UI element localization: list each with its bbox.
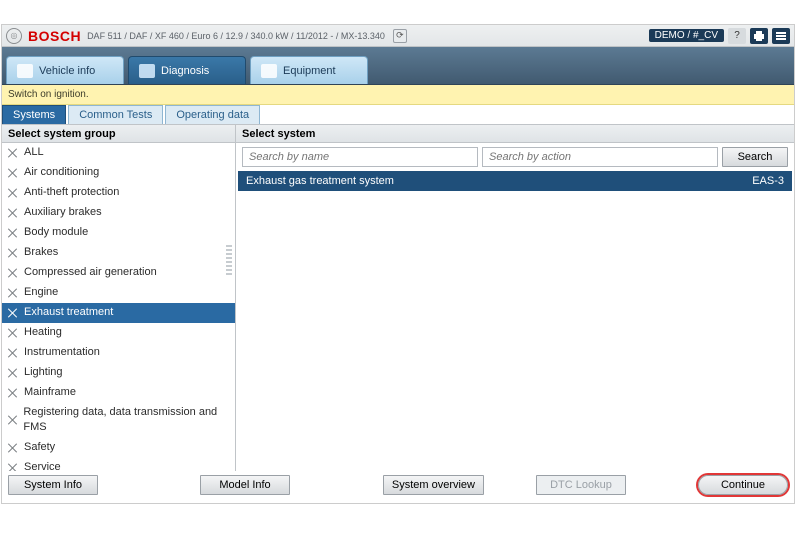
system-group-label: Compressed air generation (24, 265, 157, 280)
system-group-item[interactable]: Mainframe (2, 383, 235, 403)
system-group-label: Anti-theft protection (24, 185, 119, 200)
splitter-handle[interactable] (226, 245, 232, 275)
system-group-item[interactable]: Instrumentation (2, 343, 235, 363)
notice-bar: Switch on ignition. (2, 85, 794, 105)
x-icon (8, 443, 18, 453)
subtab-common-tests[interactable]: Common Tests (68, 105, 163, 124)
system-group-item[interactable]: Anti-theft protection (2, 183, 235, 203)
search-button[interactable]: Search (722, 147, 788, 167)
car-icon (17, 64, 33, 78)
system-group-item[interactable]: Service (2, 458, 235, 471)
system-group-label: Engine (24, 285, 58, 300)
help-icon[interactable]: ? (728, 28, 746, 44)
system-group-list[interactable]: ALL Air conditioning Anti-theft protection… (2, 143, 235, 471)
system-group-label: Registering data, data transmission and … (23, 405, 229, 435)
x-icon (8, 348, 18, 358)
system-group-label: ALL (24, 145, 44, 160)
list-icon[interactable] (772, 28, 790, 44)
search-bar: Search (236, 143, 794, 171)
x-icon (8, 208, 18, 218)
system-group-item[interactable]: Exhaust treatment (2, 303, 235, 323)
system-group-item[interactable]: Engine (2, 283, 235, 303)
search-by-name-input[interactable] (242, 147, 478, 167)
app-frame: ◎ BOSCH DAF 511 / DAF / XF 460 / Euro 6 … (1, 24, 795, 504)
equipment-icon (261, 64, 277, 78)
x-icon (8, 268, 18, 278)
model-info-button[interactable]: Model Info (200, 475, 290, 495)
system-group-item[interactable]: Auxiliary brakes (2, 203, 235, 223)
notice-text: Switch on ignition. (8, 89, 89, 100)
system-group-label: Safety (24, 440, 55, 455)
x-icon (8, 388, 18, 398)
system-group-label: Service (24, 460, 61, 471)
main-nav: Vehicle info Diagnosis Equipment (2, 47, 794, 85)
header-right: DEMO / #_CV ? (649, 28, 790, 44)
sub-nav: Systems Common Tests Operating data (2, 105, 794, 125)
x-icon (8, 188, 18, 198)
subtab-operating-data[interactable]: Operating data (165, 105, 260, 124)
system-group-label: Body module (24, 225, 88, 240)
system-info-button[interactable]: System Info (8, 475, 98, 495)
x-icon (8, 463, 18, 472)
system-group-item[interactable]: Compressed air generation (2, 263, 235, 283)
system-group-item[interactable]: Registering data, data transmission and … (2, 403, 235, 438)
system-group-label: Lighting (24, 365, 63, 380)
x-icon (8, 328, 18, 338)
diagnosis-icon (139, 64, 155, 78)
tab-vehicle-info[interactable]: Vehicle info (6, 56, 124, 84)
system-group-item[interactable]: Air conditioning (2, 163, 235, 183)
tab-equipment[interactable]: Equipment (250, 56, 368, 84)
tab-label: Vehicle info (39, 65, 95, 77)
system-group-label: Mainframe (24, 385, 76, 400)
system-group-panel: Select system group ALLAir conditioningA… (2, 125, 236, 471)
system-group-item[interactable]: Body module (2, 223, 235, 243)
system-group-item[interactable]: Brakes (2, 243, 235, 263)
footer-bar: System Info Model Info System overview D… (2, 471, 794, 499)
x-icon (8, 308, 18, 318)
system-group-label: Exhaust treatment (24, 305, 113, 320)
user-badge[interactable]: DEMO / #_CV (649, 29, 724, 42)
refresh-icon[interactable]: ⟳ (393, 29, 407, 43)
x-icon (8, 168, 18, 178)
x-icon (8, 148, 18, 158)
system-group-header: Select system group (2, 125, 235, 143)
tab-label: Equipment (283, 65, 336, 77)
system-group-label: Heating (24, 325, 62, 340)
dtc-lookup-button: DTC Lookup (536, 475, 626, 495)
x-icon (8, 415, 17, 425)
result-code: EAS-3 (752, 175, 784, 187)
system-group-label: Auxiliary brakes (24, 205, 102, 220)
system-select-header: Select system (236, 125, 794, 143)
tab-diagnosis[interactable]: Diagnosis (128, 56, 246, 84)
system-group-label: Instrumentation (24, 345, 100, 360)
print-icon[interactable] (750, 28, 768, 44)
system-group-label: Air conditioning (24, 165, 99, 180)
system-group-item[interactable]: ALL (2, 143, 235, 163)
x-icon (8, 228, 18, 238)
vehicle-descriptor: DAF 511 / DAF / XF 460 / Euro 6 / 12.9 /… (87, 31, 385, 41)
continue-button[interactable]: Continue (698, 475, 788, 495)
bosch-logo-icon: ◎ (6, 28, 22, 44)
system-overview-button[interactable]: System overview (383, 475, 484, 495)
search-by-action-input[interactable] (482, 147, 718, 167)
content-panels: Select system group ALLAir conditioningA… (2, 125, 794, 471)
x-icon (8, 368, 18, 378)
system-group-item[interactable]: Safety (2, 438, 235, 458)
x-icon (8, 288, 18, 298)
x-icon (8, 248, 18, 258)
system-select-panel: Select system Search Exhaust gas treatme… (236, 125, 794, 471)
system-group-label: Brakes (24, 245, 58, 260)
result-label: Exhaust gas treatment system (246, 175, 394, 187)
result-empty-area (236, 191, 794, 471)
tab-label: Diagnosis (161, 65, 209, 77)
brand-name: BOSCH (28, 28, 81, 44)
header-bar: ◎ BOSCH DAF 511 / DAF / XF 460 / Euro 6 … (2, 25, 794, 47)
system-result-row[interactable]: Exhaust gas treatment system EAS-3 (238, 171, 792, 191)
subtab-systems[interactable]: Systems (2, 105, 66, 124)
system-group-item[interactable]: Heating (2, 323, 235, 343)
system-group-item[interactable]: Lighting (2, 363, 235, 383)
